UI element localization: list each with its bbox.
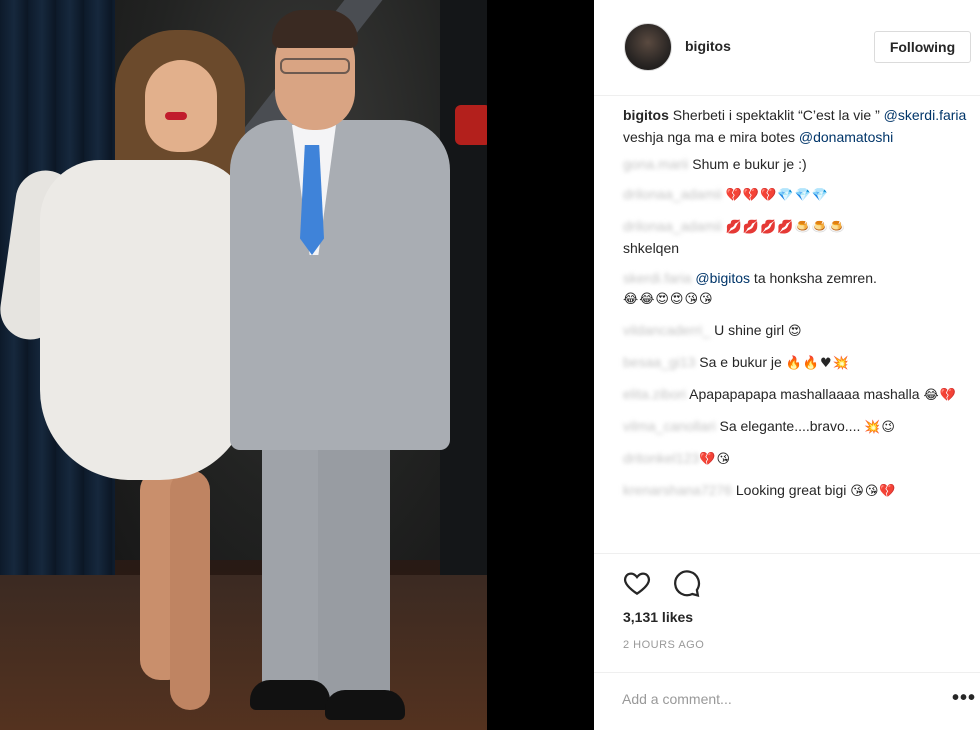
comment-username[interactable]: vilma_canollari [623,418,716,434]
add-comment-input[interactable] [622,687,922,711]
header-username[interactable]: bigitos [685,38,731,54]
post-actions: 3,131 likes 2 HOURS AGO [594,553,980,673]
comment-item: vilma_canollari Sa elegante....bravo....… [623,416,968,438]
comments-list: bigitos Sherbeti i spektaklit “C’est la … [623,104,968,512]
woman-dress [40,160,250,480]
man-glasses [280,58,350,74]
comment-emoji: 💔💔💔💎💎💎 [725,188,829,203]
comment-text: Looking great bigi [735,482,851,498]
comment-emoji: 😂💔 [923,388,957,403]
comment-item: elita.zibori Apapapapapa mashallaaaa mas… [623,384,968,406]
man-shoe-right [325,690,405,720]
comment-username[interactable]: vildancaderri_ [623,322,710,338]
woman-lips [165,112,187,120]
caption-text-2: veshja nga ma e mira botes [623,129,799,145]
comment-username[interactable]: gona.marii [623,156,688,172]
comment-item: krenarshana7276 Looking great bigi 😘😘💔 [623,480,968,502]
comment-text: ta honksha zemren. [750,270,877,286]
comment-username[interactable]: dritonkel123 [623,450,699,466]
caption-text: Sherbeti i spektaklit “C’est la vie ” [672,107,880,123]
comment-text: Shum e bukur je :) [692,156,807,172]
comment-item: dritonkel123💔😘 [623,448,968,470]
comment-text: shkelqen [623,240,680,256]
comment-icon[interactable] [671,568,701,598]
photo-letterbox [487,0,594,730]
more-options-icon[interactable]: ••• [952,687,976,710]
post-timestamp: 2 HOURS AGO [623,639,705,651]
caption-mention-donamatoshi[interactable]: @donamatoshi [799,129,893,145]
comment-username[interactable]: besaa_gi13 [623,354,695,370]
comment-text: Sa e bukur je [699,354,786,370]
post-header: bigitos Following [594,0,980,96]
avatar[interactable] [624,23,672,71]
comment-username[interactable]: drilonaa_adamii [623,218,722,234]
comment-username[interactable]: skerdi.faria [623,270,691,286]
caption: bigitos Sherbeti i spektaklit “C’est la … [623,104,968,148]
comment-username[interactable]: drilonaa_adamii [623,186,722,202]
following-button[interactable]: Following [874,31,971,63]
heart-icon[interactable] [622,568,652,598]
comment-item: gona.marii Shum e bukur je :) [623,154,968,174]
likes-count[interactable]: 3,131 likes [623,609,693,625]
comment-emoji: 💋💋💋💋🍮🍮🍮 [725,220,847,235]
caption-mention-skerdi[interactable]: @skerdi.faria [884,107,967,123]
comment-emoji: 😂😂😍😍😘😘 [623,292,714,307]
red-cable [455,105,491,145]
comment-text: Sa elegante....bravo.... [719,418,865,434]
man-suit [230,120,450,450]
comment-item: skerdi.faria @bigitos ta honksha zemren.… [623,268,968,310]
woman-leg-right [170,470,210,710]
comment-username[interactable]: elita.zibori [623,386,686,402]
comment-item: besaa_gi13 Sa e bukur je 🔥🔥♥💥 [623,352,968,374]
comment-item: drilonaa_adamii 💔💔💔💎💎💎 [623,184,968,206]
man-shoe-left [250,680,330,710]
comment-emoji: 😍 [787,324,803,339]
comment-text: U shine girl [714,322,788,338]
man-hair [272,10,358,48]
comment-emoji: 😘😘💔 [850,484,897,499]
comment-username[interactable]: krenarshana7276 [623,482,732,498]
comment-item: vildancaderri_ U shine girl 😍 [623,320,968,342]
comment-item: drilonaa_adamii 💋💋💋💋🍮🍮🍮 shkelqen [623,216,968,258]
add-comment-bar: ••• [594,672,980,730]
caption-username[interactable]: bigitos [623,107,669,123]
post-panel: bigitos Following bigitos Sherbeti i spe… [594,0,980,730]
comment-emoji: 💔😘 [699,452,732,467]
comment-emoji: 💥😉 [864,420,896,435]
comment-mention[interactable]: @bigitos [695,270,750,286]
woman-face [145,60,217,152]
man-pants-right [318,440,390,700]
comment-emoji: 🔥🔥♥💥 [785,356,850,371]
comment-text: Apapapapapa mashallaaaa mashalla [689,386,924,402]
